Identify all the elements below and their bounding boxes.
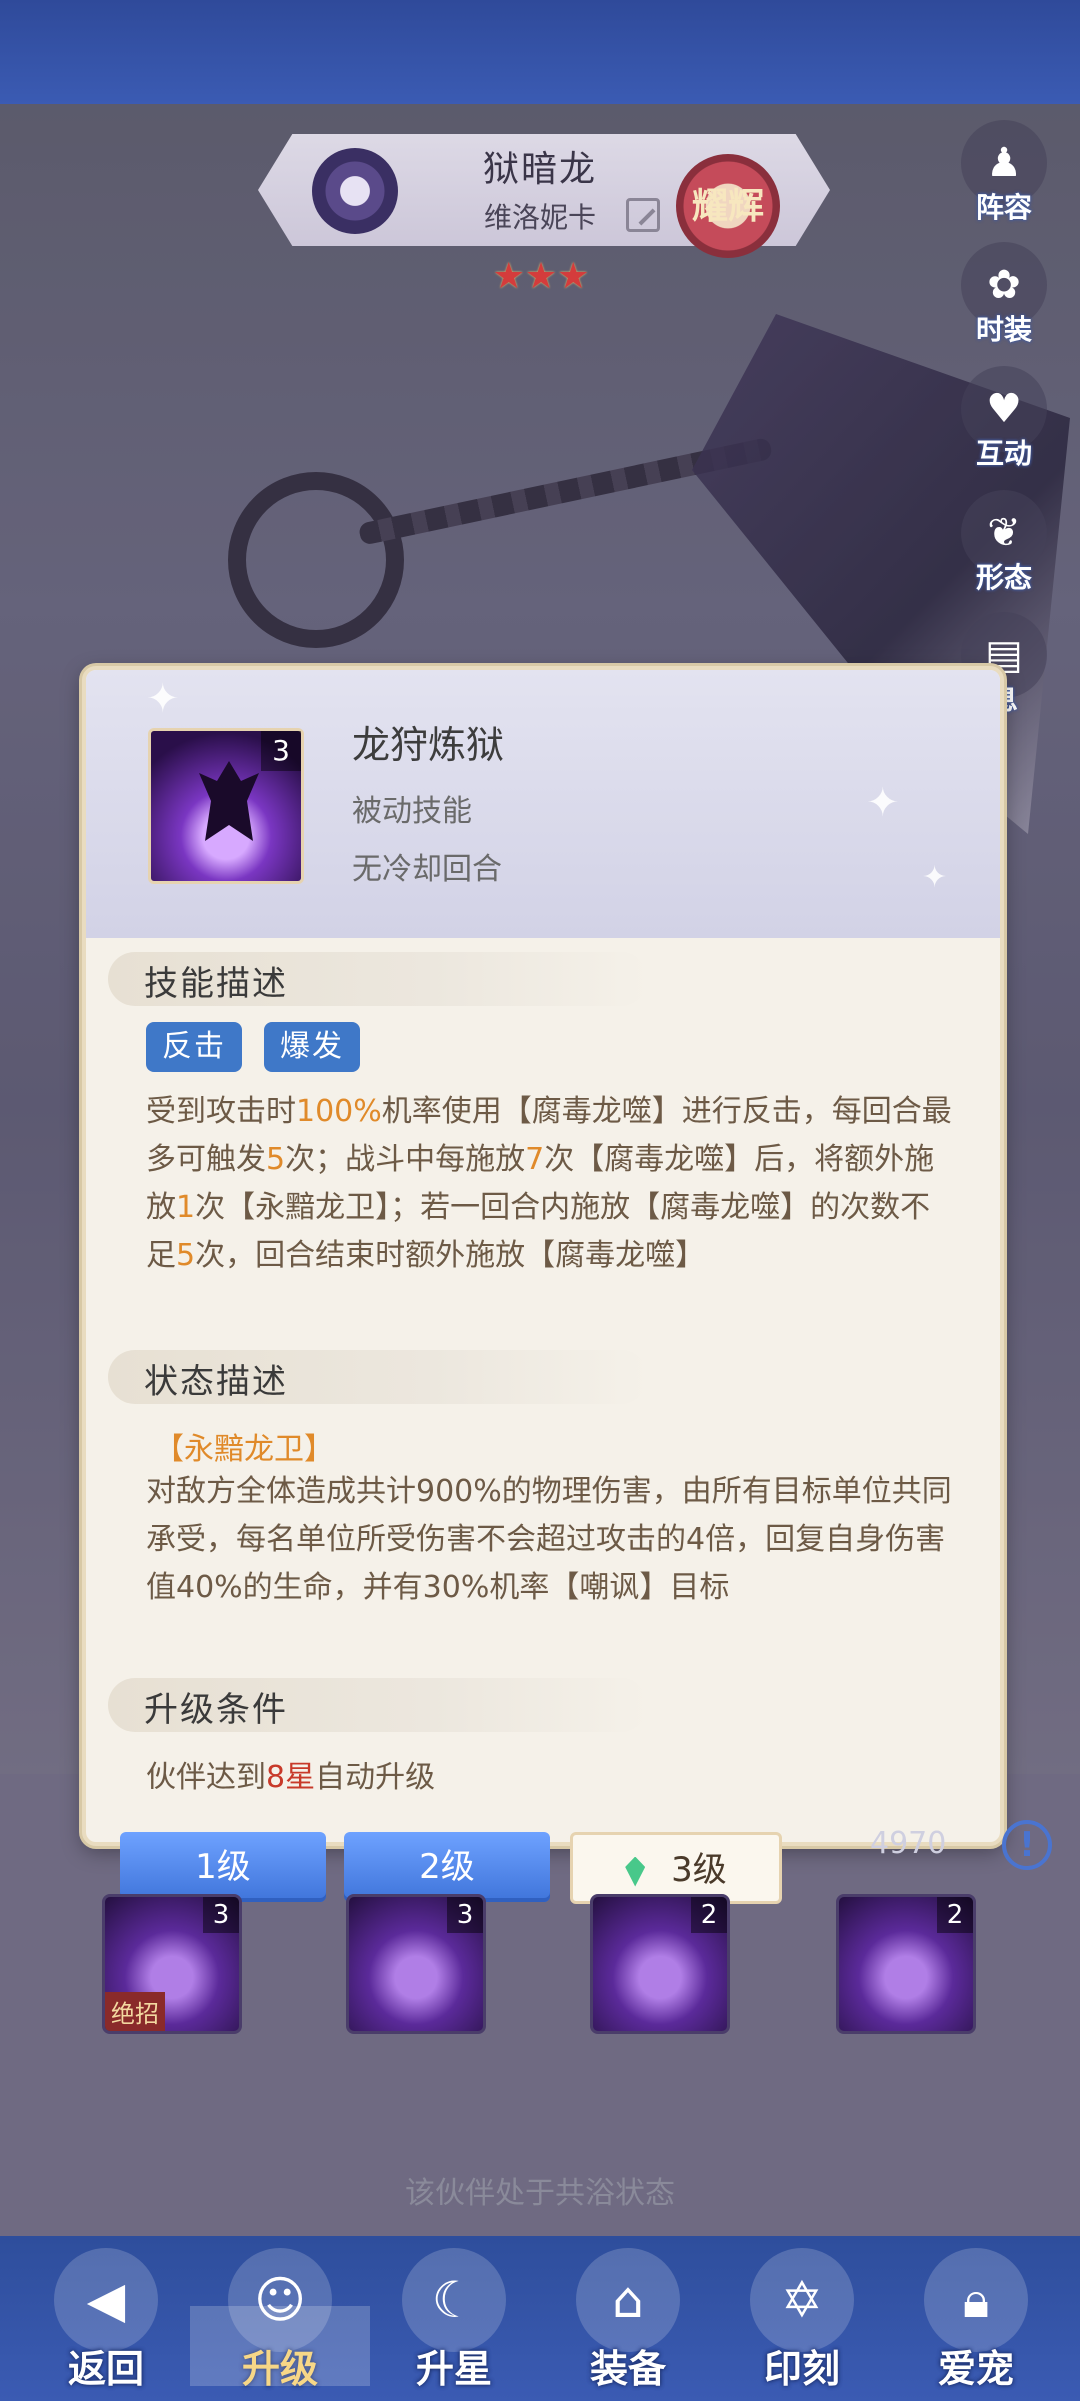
skill-icon-large: 3 <box>148 728 304 884</box>
tab-level-2[interactable]: 2级 <box>344 1832 550 1902</box>
section-skill-description: 技能描述 <box>108 952 648 1006</box>
side-btn-form[interactable]: ❦ 形态 <box>958 490 1050 596</box>
nav-pet[interactable]: 🔒︎ 爱宠 <box>896 2248 1056 2393</box>
hat-icon: ⌂ <box>576 2248 680 2352</box>
moon-star-icon: ☾ <box>402 2248 506 2352</box>
star-icon: ★ <box>557 256 590 297</box>
section-status-description: 状态描述 <box>108 1350 648 1404</box>
upgrade-condition-text: 伙伴达到8星自动升级 <box>146 1760 436 1795</box>
skill-icon-4[interactable]: 2 <box>836 1894 976 2034</box>
gem-icon <box>625 1856 646 1887</box>
skill-level-badge: 3 <box>261 731 301 771</box>
hexagram-icon: ✡ <box>750 2248 854 2352</box>
star-rating: ★★★ <box>476 256 606 297</box>
sparkle-icon: ✦ <box>866 780 900 826</box>
star-icon: ★ <box>492 256 525 297</box>
nav-equipment[interactable]: ⌂ 装备 <box>548 2248 708 2393</box>
nav-back[interactable]: ◀ 返回 <box>26 2248 186 2393</box>
skill-icon-2[interactable]: 3 <box>346 1894 486 2034</box>
edit-icon[interactable] <box>626 198 660 232</box>
status-description-text: 对敌方全体造成共计900%的物理伤害，由所有目标单位共同承受，每名单位所受伤害不… <box>146 1474 952 1605</box>
star-icon: ★ <box>524 256 558 297</box>
side-btn-interact[interactable]: ♥ 互动 <box>958 366 1050 472</box>
ultimate-badge: 绝招 <box>105 1992 165 2031</box>
nav-imprint[interactable]: ✡ 印刻 <box>722 2248 882 2393</box>
hero-subtitle: 维洛妮卡 <box>483 201 596 234</box>
moon-emblem-icon <box>312 148 398 234</box>
sparkle-icon: ✦ <box>922 860 948 895</box>
skill-name: 龙狩炼狱 <box>352 723 505 767</box>
coin-count: 4970 <box>870 1826 947 1861</box>
lock-icon: 🔒︎ <box>924 2248 1028 2352</box>
back-icon: ◀ <box>54 2248 158 2352</box>
section-upgrade-condition: 升级条件 <box>108 1678 648 1732</box>
dragon-icon <box>199 761 259 841</box>
rank-badge: 耀辉 <box>676 154 780 258</box>
skill-cooldown: 无冷却回合 <box>352 852 502 887</box>
info-icon[interactable]: ! <box>1002 1820 1052 1870</box>
skill-description-text: 受到攻击时100%机率使用【腐毒龙噬】进行反击，每回合最多可触发5次；战斗中每施… <box>146 1094 952 1273</box>
top-status-strip <box>0 0 1080 104</box>
tab-level-1[interactable]: 1级 <box>120 1832 326 1902</box>
skill-type: 被动技能 <box>352 794 472 829</box>
skill-detail-popup: ✦ ✦ ✦ 3 龙狩炼狱 被动技能 无冷却回合 技能描述 反击 爆发 受到攻击时… <box>82 666 1004 1846</box>
status-effect-name: 【永黯龙卫】 <box>154 1432 334 1467</box>
popup-header: ✦ ✦ ✦ 3 龙狩炼狱 被动技能 无冷却回合 <box>86 670 1000 938</box>
skill-icon-3[interactable]: 2 <box>590 1894 730 2034</box>
partner-status-text: 该伙伴处于共浴状态 <box>405 2176 675 2211</box>
side-btn-outfit[interactable]: ✿ 时装 <box>958 242 1050 348</box>
tag-counterattack: 反击 <box>146 1022 242 1072</box>
sparkle-icon: ✦ <box>146 676 180 722</box>
side-btn-lineup[interactable]: ♟ 阵容 <box>958 120 1050 226</box>
nav-upgrade[interactable]: ☺ 升级 <box>190 2248 370 2393</box>
skill-icon-1[interactable]: 3 绝招 <box>102 1894 242 2034</box>
nav-star-up[interactable]: ☾ 升星 <box>374 2248 534 2393</box>
tag-burst: 爆发 <box>264 1022 360 1072</box>
portrait-icon: ☺ <box>228 2248 332 2352</box>
hero-name: 狱暗龙 <box>482 149 597 190</box>
